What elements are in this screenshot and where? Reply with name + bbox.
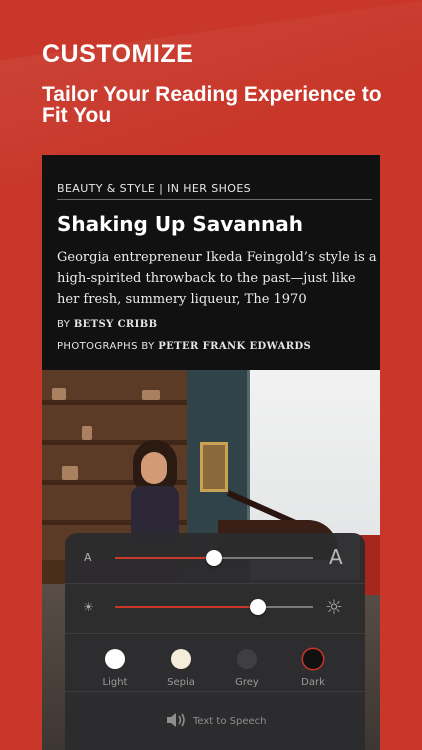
photo-shelf-item [82, 426, 92, 440]
text-large-icon[interactable]: A [329, 545, 343, 569]
font-size-slider-fill [115, 557, 214, 559]
font-size-slider-thumb[interactable] [206, 550, 222, 566]
brightness-slider-thumb[interactable] [249, 599, 266, 615]
brightness-slider[interactable] [115, 599, 313, 615]
text-to-speech-button[interactable]: Text to Speech [65, 701, 365, 741]
theme-selector: Light Sepia Grey Dark [65, 633, 365, 691]
photo-shelf-item [52, 388, 66, 400]
author-name: BETSY CRIBB [73, 319, 158, 330]
brightness-low-icon: ☀ [83, 600, 94, 614]
photo-credit-prefix: PHOTOGRAPHS BY [57, 341, 159, 352]
text-to-speech-label: Text to Speech [193, 716, 267, 727]
theme-grey[interactable]: Grey [214, 649, 280, 688]
text-small-icon[interactable]: A [84, 551, 92, 564]
byline: BY BETSY CRIBB [57, 319, 157, 330]
photo-person-face [141, 452, 167, 484]
speaker-icon [167, 713, 185, 727]
row-divider [65, 583, 365, 584]
section-label: BEAUTY & STYLE | IN HER SHOES [57, 182, 252, 195]
reading-settings-panel: A A ☀ ☼ Light Sepia Grey Dark Text to Sp… [65, 533, 365, 750]
brightness-slider-fill [115, 606, 258, 608]
article-title: Shaking Up Savannah [57, 212, 303, 236]
promo-headline: CUSTOMIZE [42, 40, 194, 68]
photo-picture-frame [200, 442, 228, 492]
theme-sepia-swatch[interactable] [171, 649, 191, 669]
font-size-slider[interactable] [115, 550, 313, 566]
photo-shelf [42, 400, 187, 405]
theme-sepia[interactable]: Sepia [148, 649, 214, 688]
photo-shelf-item [62, 466, 78, 480]
theme-dark[interactable]: Dark [280, 649, 346, 688]
promo-tagline: Tailor Your Reading Experience to Fit Yo… [42, 83, 382, 127]
theme-grey-label: Grey [235, 677, 259, 688]
theme-light-label: Light [102, 677, 128, 688]
theme-sepia-label: Sepia [167, 677, 195, 688]
brightness-high-icon: ☼ [325, 595, 343, 619]
byline-prefix: BY [57, 319, 74, 330]
section-divider [57, 199, 372, 200]
theme-dark-swatch[interactable] [303, 649, 323, 669]
photo-shelf-item [142, 390, 160, 400]
theme-dark-label: Dark [301, 677, 325, 688]
theme-light-swatch[interactable] [105, 649, 125, 669]
article-deck: Georgia entrepreneur Ikeda Feingold’s st… [57, 250, 377, 307]
row-divider [65, 691, 365, 692]
photographer-name: PETER FRANK EDWARDS [158, 341, 312, 352]
theme-grey-swatch[interactable] [237, 649, 257, 669]
theme-light[interactable]: Light [82, 649, 148, 688]
photo-credit: PHOTOGRAPHS BY PETER FRANK EDWARDS [57, 341, 311, 352]
